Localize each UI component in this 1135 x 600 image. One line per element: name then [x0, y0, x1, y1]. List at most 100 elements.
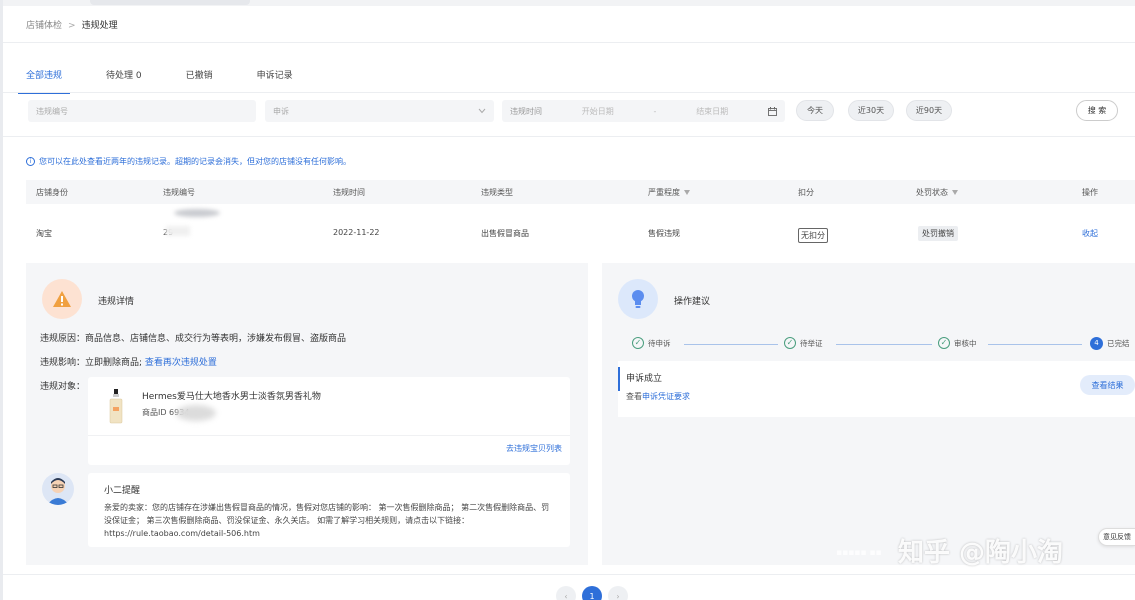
page-1-button[interactable]: 1 — [582, 586, 602, 600]
quick-today-button[interactable]: 今天 — [796, 100, 834, 121]
result-accent-bar — [618, 367, 620, 391]
violation-impact: 违规影响：立即删除商品; 查看再次违规处置 — [40, 355, 217, 368]
warning-icon — [53, 291, 71, 307]
chevron-down-icon — [478, 108, 486, 114]
quick-90-days-button[interactable]: 近90天 — [906, 100, 952, 121]
step-connector — [836, 344, 932, 345]
redaction-blur — [174, 209, 220, 217]
tab-pending[interactable]: 待处理 0 — [106, 62, 142, 90]
tabs-divider — [3, 92, 1135, 93]
goto-violation-list-link[interactable]: 去违规宝贝列表 — [506, 443, 562, 454]
quick-30-days-button[interactable]: 近30天 — [848, 100, 894, 121]
violation-id-input[interactable]: 违规编号 — [28, 100, 256, 122]
product-divider — [88, 435, 570, 436]
col-points: 扣分 — [798, 188, 814, 197]
assistant-avatar-icon — [47, 478, 69, 505]
check-icon: ✓ — [632, 337, 644, 349]
date-range-label: 违规时间 — [510, 106, 542, 116]
table-header: 店铺身份 违规编号 违规时间 违规类型 严重程度 扣分 处罚状态 操作 — [26, 180, 1135, 204]
calendar-icon[interactable] — [768, 106, 777, 116]
progress-steps: ✓ 待申诉 ✓ 待举证 ✓ 审核中 4 已完结 — [618, 329, 1130, 359]
header-divider — [3, 42, 1135, 43]
cell-points-tag: 无扣分 — [798, 228, 828, 243]
cell-status-tag: 处罚撤销 — [918, 226, 958, 241]
end-date-input[interactable]: 结束日期 — [696, 106, 728, 117]
result-prefix: 查看 — [626, 392, 642, 401]
step-connector — [988, 344, 1082, 345]
redaction-blur — [166, 226, 190, 236]
cell-type: 出售假冒商品 — [481, 229, 529, 238]
col-severity-label: 严重程度 — [648, 188, 680, 197]
violation-type-value: 申诉 — [273, 106, 289, 116]
pagination: ‹ 1 › — [556, 586, 628, 600]
start-date-input[interactable]: 开始日期 — [582, 106, 614, 117]
feedback-button[interactable]: 意见反馈 — [1098, 528, 1135, 546]
col-type: 违规类型 — [481, 188, 513, 197]
step-completed: 4 已完结 — [1090, 337, 1130, 350]
filter-icon[interactable] — [684, 190, 690, 195]
top-strip — [0, 0, 1135, 6]
table-row: 淘宝 29 2022-11-22 出售假冒商品 售假违规 无扣分 处罚撤销 收起 — [26, 204, 1135, 260]
violation-type-select[interactable]: 申诉 — [265, 100, 494, 122]
reminder-title: 小二提醒 — [104, 486, 141, 496]
browser-tab-strip — [90, 0, 250, 5]
step-reviewing: ✓ 审核中 — [938, 337, 977, 349]
bulb-icon-badge — [618, 279, 658, 319]
appeal-evidence-link[interactable]: 申诉凭证要求 — [642, 392, 690, 401]
watermark-small: ▪▪▪▪▪ ▪▪ — [836, 548, 882, 558]
check-icon: ✓ — [784, 337, 796, 349]
violation-detail-panel: 违规详情 违规原因：商品信息、店铺信息、成交行为等表明，涉嫌发布假冒、盗版商品 … — [26, 263, 588, 565]
col-status[interactable]: 处罚状态 — [916, 187, 958, 198]
suggestion-panel: 操作建议 ✓ 待申诉 ✓ 待举证 ✓ 审核中 4 已完结 申诉成立 查看申诉凭证要求 查… — [602, 263, 1135, 565]
redaction-blur — [176, 405, 216, 421]
product-card: Hermes爱马仕大地香水男士淡香氛男香礼物 商品ID 6934 去违规宝贝列表 — [88, 377, 570, 465]
tab-revoked[interactable]: 已撤销 — [186, 62, 213, 90]
product-name[interactable]: Hermes爱马仕大地香水男士淡香氛男香礼物 — [142, 389, 321, 402]
appeal-result-card: 申诉成立 查看申诉凭证要求 — [618, 361, 1135, 417]
col-status-label: 处罚状态 — [916, 188, 948, 197]
date-range-separator: - — [653, 106, 657, 116]
violation-impact-text: 违规影响：立即删除商品; — [40, 358, 145, 368]
col-severity[interactable]: 严重程度 — [648, 187, 690, 198]
violation-object-label: 违规对象： — [40, 382, 86, 392]
breadcrumb-parent[interactable]: 店铺体检 — [26, 21, 62, 31]
tab-all-violations[interactable]: 全部违规 — [17, 62, 71, 94]
next-page-button[interactable]: › — [608, 586, 628, 600]
col-identity: 店铺身份 — [36, 188, 68, 197]
step-label: 待申诉 — [648, 338, 671, 348]
check-icon: ✓ — [938, 337, 950, 349]
step-label: 已完结 — [1107, 339, 1130, 348]
col-action: 操作 — [1082, 188, 1098, 197]
detail-title: 违规详情 — [98, 297, 135, 307]
tab-bar: 全部违规 待处理 0 已撤销 申诉记录 — [17, 62, 337, 94]
view-result-button[interactable]: 查看结果 — [1080, 375, 1135, 395]
cell-time: 2022-11-22 — [333, 228, 380, 237]
prev-page-button[interactable]: ‹ — [556, 586, 576, 600]
collapse-link[interactable]: 收起 — [1082, 228, 1098, 239]
date-range-picker[interactable]: 违规时间 开始日期 - 结束日期 — [502, 100, 785, 122]
step-pending-evidence: ✓ 待举证 — [784, 337, 823, 349]
result-title: 申诉成立 — [626, 374, 663, 384]
cell-identity: 淘宝 — [36, 229, 52, 238]
breadcrumb: 店铺体检 > 违规处理 — [26, 18, 118, 31]
filter-icon[interactable] — [952, 190, 958, 195]
repeat-violation-link[interactable]: 查看再次违规处置 — [145, 358, 217, 368]
reminder-body: 亲爱的卖家：您的店铺存在涉嫌出售假冒商品的情况，售假对您店铺的影响： 第一次售假… — [104, 503, 550, 538]
step-label: 审核中 — [954, 338, 977, 348]
breadcrumb-current: 违规处理 — [81, 21, 118, 31]
product-thumbnail[interactable] — [108, 389, 124, 425]
info-icon: i — [26, 157, 35, 166]
avatar — [42, 473, 74, 505]
step-label: 待举证 — [800, 338, 823, 348]
violation-id-placeholder: 违规编号 — [36, 106, 68, 116]
search-button[interactable]: 搜 索 — [1076, 100, 1118, 121]
warning-icon-badge — [42, 279, 82, 319]
bottom-divider — [3, 574, 1135, 575]
tab-appeal-records[interactable]: 申诉记录 — [257, 62, 293, 90]
watermark: 知乎 @陶小淘 — [898, 538, 1064, 568]
lightbulb-icon — [632, 290, 644, 308]
notice-bar: i 您可以在此处查看近两年的违规记录。超期的记录会消失，但对您的店铺没有任何影响… — [26, 156, 351, 167]
violation-reason: 违规原因：商品信息、店铺信息、成交行为等表明，涉嫌发布假冒、盗版商品 — [40, 334, 347, 344]
filter-divider — [3, 136, 1135, 137]
left-edge — [0, 0, 3, 600]
